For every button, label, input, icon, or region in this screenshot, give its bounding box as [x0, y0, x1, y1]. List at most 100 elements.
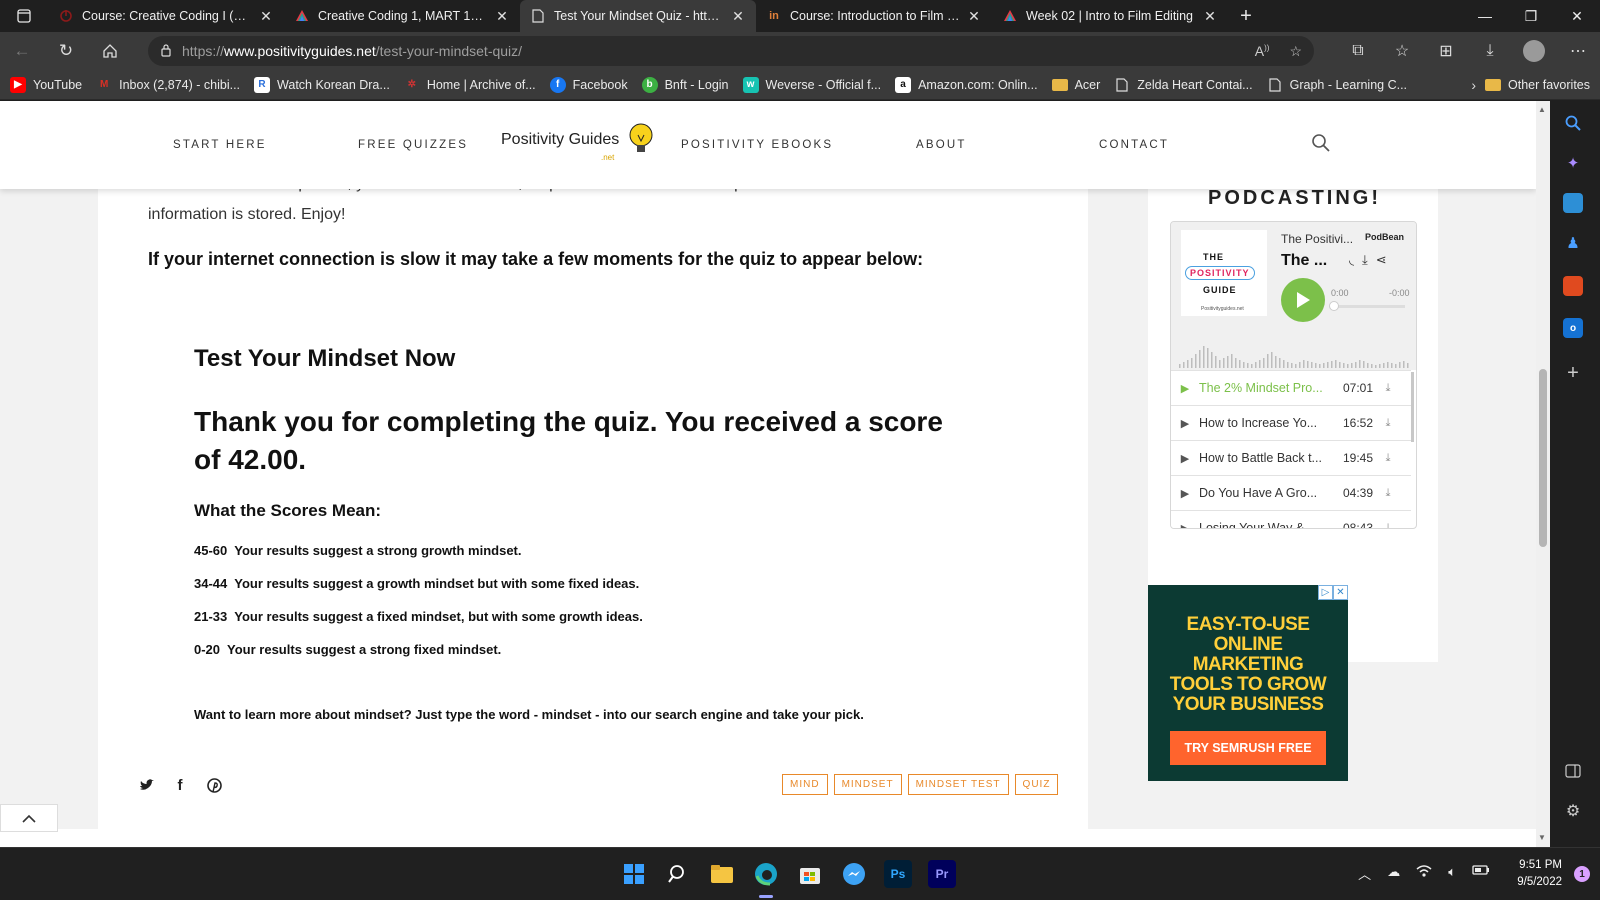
file-explorer-icon[interactable]	[708, 860, 736, 888]
podbean-logo[interactable]: PodBean	[1365, 232, 1404, 242]
bookmark-zelda[interactable]: Zelda Heart Contai...	[1114, 77, 1253, 93]
sparkle-icon[interactable]: ✦	[1563, 153, 1583, 173]
browser-tab[interactable]: Week 02 | Intro to Film Editing ✕	[992, 0, 1228, 32]
nav-about[interactable]: ABOUT	[916, 139, 967, 151]
site-logo[interactable]: Positivity Guides .net	[501, 123, 653, 162]
home-button[interactable]	[88, 32, 132, 70]
search-icon[interactable]	[1311, 133, 1333, 155]
episode-item[interactable]: ▶ How to Increase Yo... 16:52 ⤓	[1171, 405, 1411, 440]
facebook-icon[interactable]: f	[172, 777, 188, 794]
volume-icon[interactable]: 🔈︎	[1448, 864, 1456, 883]
nav-start-here[interactable]: START HERE	[173, 139, 267, 151]
play-button[interactable]	[1281, 278, 1325, 322]
advertisement[interactable]: ▷ ✕ EASY-TO-USE ONLINE MARKETING TOOLS T…	[1148, 585, 1348, 781]
download-icon[interactable]: ⤓	[1373, 382, 1403, 395]
share-icon[interactable]: ⋖	[1376, 252, 1387, 268]
more-options-icon[interactable]: ⋯	[1556, 32, 1600, 70]
episode-item[interactable]: ▶ Losing Your Way & ... 08:43 ⤓	[1171, 510, 1411, 529]
refresh-button[interactable]: ↻	[44, 32, 88, 70]
close-icon[interactable]: ✕	[494, 8, 510, 24]
photoshop-icon[interactable]: Ps	[884, 860, 912, 888]
clock[interactable]: 9:51 PM 9/5/2022	[1517, 857, 1562, 891]
close-icon[interactable]: ✕	[966, 8, 982, 24]
premiere-icon[interactable]: Pr	[928, 860, 956, 888]
address-bar[interactable]: https://www.positivityguides.net/test-yo…	[148, 36, 1314, 66]
tag-mindset-test[interactable]: MINDSET TEST	[907, 774, 1009, 795]
ad-choices[interactable]: ▷ ✕	[1318, 585, 1348, 600]
minimize-button[interactable]: —	[1462, 0, 1508, 32]
battery-icon[interactable]	[1472, 864, 1490, 883]
tag-mind[interactable]: MIND	[782, 774, 828, 795]
read-aloud-icon[interactable]: A))	[1255, 43, 1270, 59]
edge-icon[interactable]	[752, 860, 780, 888]
browser-tab[interactable]: Creative Coding 1, MART 120 | M ✕	[284, 0, 520, 32]
back-button[interactable]: ←	[0, 32, 44, 70]
bookmark-graph[interactable]: Graph - Learning C...	[1267, 77, 1407, 93]
bookmark-archive[interactable]: ✲ Home | Archive of...	[404, 77, 536, 93]
notification-badge[interactable]: 1	[1574, 866, 1590, 882]
episode-item[interactable]: ▶ The 2% Mindset Pro... 07:01 ⤓	[1171, 370, 1411, 405]
chevron-up-icon[interactable]: ︿	[1358, 864, 1371, 883]
episode-list-scrollbar[interactable]	[1411, 372, 1414, 442]
scroll-down-icon[interactable]: ▼	[1538, 833, 1546, 842]
bookmark-facebook[interactable]: f Facebook	[549, 76, 628, 93]
downloads-icon[interactable]: ⤓	[1468, 32, 1512, 70]
page-scrollbar[interactable]: ▲ ▼	[1536, 101, 1550, 847]
close-icon[interactable]: ✕	[1333, 585, 1348, 600]
office-icon[interactable]	[1563, 276, 1583, 296]
onedrive-icon[interactable]: ☁	[1387, 864, 1400, 883]
nav-free-quizzes[interactable]: FREE QUIZZES	[358, 139, 468, 151]
bookmark-amazon[interactable]: a Amazon.com: Onlin...	[895, 76, 1038, 93]
ad-cta-button[interactable]: TRY SEMRUSH FREE	[1170, 731, 1326, 765]
store-icon[interactable]	[796, 860, 824, 888]
profile-button[interactable]	[1512, 32, 1556, 70]
add-favorite-icon[interactable]: ☆	[1289, 43, 1302, 60]
nav-positivity-ebooks[interactable]: POSITIVITY EBOOKS	[681, 139, 833, 151]
settings-icon[interactable]: ⚙	[1563, 801, 1583, 821]
bookmark-korean-drama[interactable]: R Watch Korean Dra...	[254, 76, 390, 93]
favorites-icon[interactable]: ☆	[1380, 32, 1424, 70]
back-to-top-button[interactable]	[0, 804, 58, 832]
bookmark-inbox[interactable]: M Inbox (2,874) - chibi...	[96, 77, 240, 93]
new-tab-button[interactable]: +	[1228, 0, 1264, 32]
rss-icon[interactable]: ◟	[1349, 252, 1354, 268]
scrollbar-thumb[interactable]	[1539, 369, 1547, 547]
pinterest-icon[interactable]	[206, 777, 222, 793]
browser-tab-active[interactable]: Test Your Mindset Quiz - https:// ✕	[520, 0, 756, 32]
other-favorites[interactable]: Other favorites	[1485, 70, 1590, 100]
tag-quiz[interactable]: QUIZ	[1014, 774, 1059, 795]
start-icon[interactable]	[620, 860, 648, 888]
close-icon[interactable]: ✕	[258, 8, 274, 24]
browser-tab[interactable]: Course: Creative Coding I (Sect: S ✕	[48, 0, 284, 32]
download-icon[interactable]: ⤓	[1373, 452, 1403, 465]
nav-contact[interactable]: CONTACT	[1099, 139, 1169, 151]
outlook-icon[interactable]: o	[1563, 318, 1583, 338]
close-icon[interactable]: ✕	[730, 8, 746, 24]
sidebar-layout-icon[interactable]	[1563, 761, 1583, 781]
browser-tab[interactable]: in Course: Introduction to Film Edit ✕	[756, 0, 992, 32]
bookmark-acer[interactable]: Acer	[1051, 78, 1100, 92]
progress-knob[interactable]	[1329, 301, 1339, 311]
twitter-icon[interactable]	[138, 777, 154, 793]
adchoices-icon[interactable]: ▷	[1318, 585, 1333, 600]
close-window-button[interactable]: ✕	[1554, 0, 1600, 32]
episode-item[interactable]: ▶ How to Battle Back t... 19:45 ⤓	[1171, 440, 1411, 475]
tab-actions-button[interactable]	[0, 0, 48, 32]
progress-slider[interactable]	[1329, 301, 1405, 311]
wifi-icon[interactable]	[1416, 864, 1432, 883]
download-icon[interactable]: ⤓	[1373, 417, 1403, 430]
scroll-up-icon[interactable]: ▲	[1538, 105, 1546, 114]
tag-mindset[interactable]: MINDSET	[833, 774, 902, 795]
close-icon[interactable]: ✕	[1202, 8, 1218, 24]
chevron-right-icon[interactable]: ›	[1471, 70, 1476, 100]
bookmark-youtube[interactable]: ▶ YouTube	[10, 76, 82, 93]
episode-item[interactable]: ▶ Do You Have A Gro... 04:39 ⤓	[1171, 475, 1411, 510]
bookmark-bnft[interactable]: b Bnft - Login	[641, 76, 729, 93]
restore-button[interactable]: ❐	[1508, 0, 1554, 32]
games-icon[interactable]: ♟	[1563, 233, 1583, 253]
messenger-icon[interactable]	[840, 860, 868, 888]
download-icon[interactable]: ⤓	[1373, 522, 1403, 529]
extensions-icon[interactable]: ⧉	[1336, 32, 1380, 70]
download-icon[interactable]: ⤓	[1362, 252, 1368, 268]
search-icon[interactable]	[664, 860, 692, 888]
